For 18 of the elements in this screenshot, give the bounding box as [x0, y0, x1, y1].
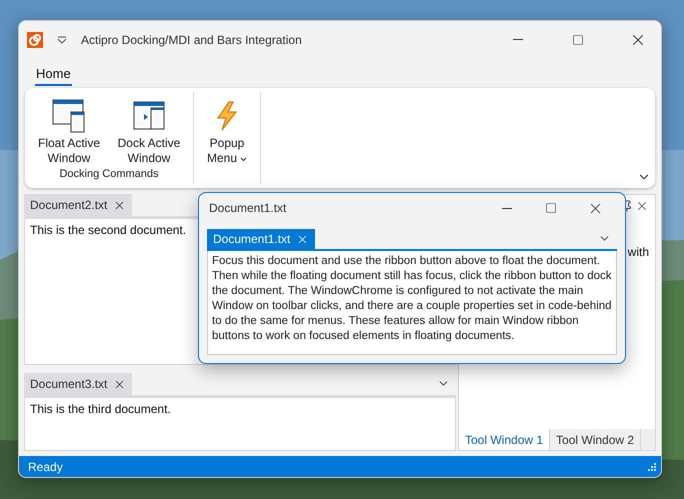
- floating-window-title: Document1.txt: [209, 201, 288, 215]
- document-text: This is the second document.: [30, 223, 186, 237]
- ribbon-tab[interactable]: Home: [35, 66, 72, 86]
- document-editor[interactable]: This is the third document.: [24, 398, 456, 451]
- document-tab[interactable]: Document1.txt: [207, 229, 316, 249]
- window-title: Actipro Docking/MDI and Bars Integration: [81, 32, 303, 46]
- document-text: Focus this document and use the ribbon button above to float the document. Then while the floating document still has focus, click the ribbon button to dock the document. The WindowChrome is configured to not activate the main Window on toolbar clicks, and there are a couple properties set in code-behind to do the same for menus. These features allow for main Window ribbon buttons to work on focused elements in floating documents.: [212, 255, 612, 342]
- tool-window-tab[interactable]: Tool Window 1: [459, 429, 550, 450]
- document-text: This is the third document.: [30, 402, 171, 416]
- ribbon-button[interactable]: Float Active Window: [31, 96, 107, 168]
- tool-window-tab[interactable]: Tool Window 2: [550, 429, 642, 450]
- document-tab[interactable]: Document2.txt: [24, 194, 132, 216]
- tool-window-text: with: [628, 245, 649, 261]
- group-label: Docking Commands: [59, 168, 159, 182]
- document-tab[interactable]: Document3.txt: [24, 373, 132, 395]
- ribbon-button[interactable]: Dock Active Window: [111, 96, 187, 168]
- ribbon-button[interactable]: Popup Menu: [200, 96, 254, 180]
- status-text: Ready: [28, 460, 63, 474]
